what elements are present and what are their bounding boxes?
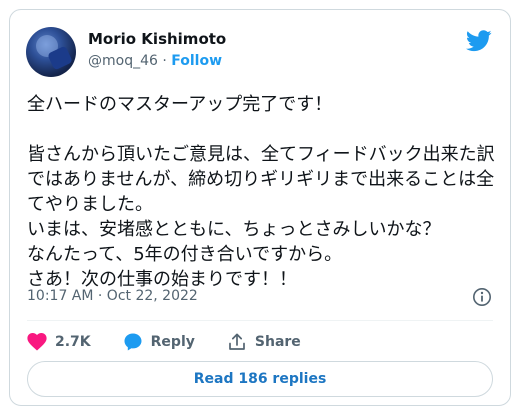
share-icon [229,333,245,350]
share-label: Share [254,334,301,350]
author-name[interactable]: Morio Kishimoto [88,30,226,48]
reply-label: Reply [150,334,195,350]
action-bar: 2.7K Reply Share [27,330,333,354]
tweet-timestamp[interactable]: 10:17 AM · Oct 22, 2022 [27,288,198,304]
read-replies-button[interactable]: Read 186 replies [27,361,493,397]
reply-button[interactable]: Reply [123,332,195,352]
info-icon[interactable] [472,287,492,307]
avatar[interactable] [26,27,76,77]
follow-button[interactable]: Follow [171,53,222,69]
like-count: 2.7K [55,334,91,350]
read-replies-label: Read 186 replies [193,371,327,387]
tweet-card: Morio Kishimoto @moq_46 · Follow 全ハードのマス… [9,9,511,406]
like-button[interactable]: 2.7K [27,333,91,351]
handle-separator: · [157,53,172,69]
reply-bubble-icon [124,333,142,351]
twitter-logo-icon[interactable] [466,30,492,52]
share-button[interactable]: Share [227,332,301,352]
heart-icon [27,333,47,351]
divider [27,320,493,321]
author-handle[interactable]: @moq_46 [88,53,158,69]
author-handle-row: @moq_46 · Follow [88,53,222,69]
tweet-text: 全ハードのマスターアップ完了です！ 皆さんから頂いたご意見は、全てフィードバック… [27,94,495,290]
